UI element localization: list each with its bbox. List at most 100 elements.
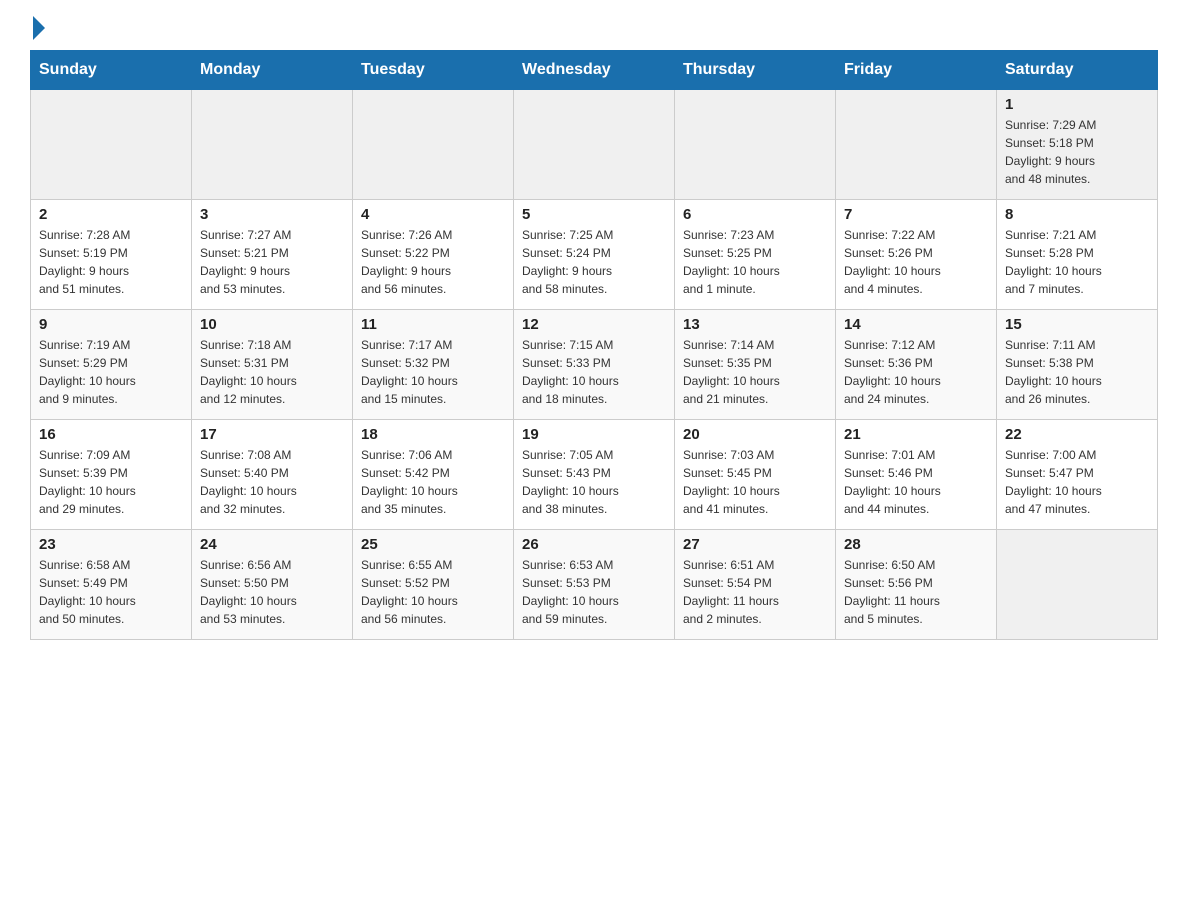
calendar-day-cell: 9 Sunrise: 7:19 AM Sunset: 5:29 PM Daylig… (31, 310, 192, 420)
day-number: 26 (522, 536, 666, 553)
day-info: Sunrise: 7:19 AM Sunset: 5:29 PM Dayligh… (39, 336, 183, 408)
weekday-header-monday: Monday (192, 51, 353, 90)
day-number: 8 (1005, 206, 1149, 223)
day-info: Sunrise: 7:05 AM Sunset: 5:43 PM Dayligh… (522, 446, 666, 518)
day-number: 4 (361, 206, 505, 223)
calendar-day-cell: 21Sunrise: 7:01 AM Sunset: 5:46 PM Dayli… (836, 420, 997, 530)
weekday-header-tuesday: Tuesday (353, 51, 514, 90)
day-info: Sunrise: 6:56 AM Sunset: 5:50 PM Dayligh… (200, 556, 344, 628)
page-header (30, 20, 1158, 40)
day-number: 24 (200, 536, 344, 553)
weekday-header-wednesday: Wednesday (514, 51, 675, 90)
day-number: 18 (361, 426, 505, 443)
day-number: 2 (39, 206, 183, 223)
calendar-day-cell: 4 Sunrise: 7:26 AM Sunset: 5:22 PM Daylig… (353, 200, 514, 310)
calendar-table: SundayMondayTuesdayWednesdayThursdayFrid… (30, 50, 1158, 640)
day-number: 7 (844, 206, 988, 223)
weekday-header-saturday: Saturday (997, 51, 1158, 90)
day-info: Sunrise: 7:17 AM Sunset: 5:32 PM Dayligh… (361, 336, 505, 408)
day-info: Sunrise: 7:18 AM Sunset: 5:31 PM Dayligh… (200, 336, 344, 408)
day-info: Sunrise: 7:21 AM Sunset: 5:28 PM Dayligh… (1005, 226, 1149, 298)
day-number: 15 (1005, 316, 1149, 333)
day-number: 3 (200, 206, 344, 223)
calendar-week-row: 23 Sunrise: 6:58 AM Sunset: 5:49 PM Dayli… (31, 530, 1158, 640)
calendar-day-cell: 20 Sunrise: 7:03 AM Sunset: 5:45 PM Dayli… (675, 420, 836, 530)
day-info: Sunrise: 7:27 AM Sunset: 5:21 PM Dayligh… (200, 226, 344, 298)
day-info: Sunrise: 7:28 AM Sunset: 5:19 PM Dayligh… (39, 226, 183, 298)
calendar-day-cell: 6 Sunrise: 7:23 AM Sunset: 5:25 PM Daylig… (675, 200, 836, 310)
day-info: Sunrise: 7:15 AM Sunset: 5:33 PM Dayligh… (522, 336, 666, 408)
calendar-day-cell: 16Sunrise: 7:09 AM Sunset: 5:39 PM Dayli… (31, 420, 192, 530)
calendar-day-cell: 23 Sunrise: 6:58 AM Sunset: 5:49 PM Dayli… (31, 530, 192, 640)
day-number: 17 (200, 426, 344, 443)
day-number: 1 (1005, 96, 1149, 113)
day-info: Sunrise: 7:06 AM Sunset: 5:42 PM Dayligh… (361, 446, 505, 518)
day-number: 23 (39, 536, 183, 553)
calendar-day-cell: 3 Sunrise: 7:27 AM Sunset: 5:21 PM Daylig… (192, 200, 353, 310)
day-info: Sunrise: 6:53 AM Sunset: 5:53 PM Dayligh… (522, 556, 666, 628)
calendar-day-cell: 11 Sunrise: 7:17 AM Sunset: 5:32 PM Dayli… (353, 310, 514, 420)
calendar-empty-cell (31, 90, 192, 200)
weekday-header-sunday: Sunday (31, 51, 192, 90)
calendar-week-row: 1Sunrise: 7:29 AM Sunset: 5:18 PM Daylig… (31, 90, 1158, 200)
day-info: Sunrise: 7:25 AM Sunset: 5:24 PM Dayligh… (522, 226, 666, 298)
calendar-empty-cell (353, 90, 514, 200)
day-number: 16 (39, 426, 183, 443)
day-info: Sunrise: 7:23 AM Sunset: 5:25 PM Dayligh… (683, 226, 827, 298)
day-info: Sunrise: 7:12 AM Sunset: 5:36 PM Dayligh… (844, 336, 988, 408)
calendar-day-cell: 22 Sunrise: 7:00 AM Sunset: 5:47 PM Dayli… (997, 420, 1158, 530)
day-number: 9 (39, 316, 183, 333)
calendar-header-row: SundayMondayTuesdayWednesdayThursdayFrid… (31, 51, 1158, 90)
calendar-day-cell: 28 Sunrise: 6:50 AM Sunset: 5:56 PM Dayli… (836, 530, 997, 640)
calendar-day-cell: 26 Sunrise: 6:53 AM Sunset: 5:53 PM Dayli… (514, 530, 675, 640)
calendar-day-cell: 15 Sunrise: 7:11 AM Sunset: 5:38 PM Dayli… (997, 310, 1158, 420)
day-number: 22 (1005, 426, 1149, 443)
day-info: Sunrise: 7:08 AM Sunset: 5:40 PM Dayligh… (200, 446, 344, 518)
calendar-empty-cell (675, 90, 836, 200)
day-info: Sunrise: 6:50 AM Sunset: 5:56 PM Dayligh… (844, 556, 988, 628)
calendar-day-cell: 14 Sunrise: 7:12 AM Sunset: 5:36 PM Dayli… (836, 310, 997, 420)
day-info: Sunrise: 7:26 AM Sunset: 5:22 PM Dayligh… (361, 226, 505, 298)
day-number: 19 (522, 426, 666, 443)
calendar-week-row: 16Sunrise: 7:09 AM Sunset: 5:39 PM Dayli… (31, 420, 1158, 530)
day-number: 5 (522, 206, 666, 223)
day-info: Sunrise: 7:03 AM Sunset: 5:45 PM Dayligh… (683, 446, 827, 518)
day-number: 10 (200, 316, 344, 333)
calendar-day-cell: 7 Sunrise: 7:22 AM Sunset: 5:26 PM Daylig… (836, 200, 997, 310)
calendar-day-cell: 5 Sunrise: 7:25 AM Sunset: 5:24 PM Daylig… (514, 200, 675, 310)
logo (30, 20, 45, 40)
calendar-week-row: 9 Sunrise: 7:19 AM Sunset: 5:29 PM Daylig… (31, 310, 1158, 420)
day-number: 20 (683, 426, 827, 443)
calendar-day-cell: 1Sunrise: 7:29 AM Sunset: 5:18 PM Daylig… (997, 90, 1158, 200)
calendar-day-cell: 19 Sunrise: 7:05 AM Sunset: 5:43 PM Dayli… (514, 420, 675, 530)
calendar-week-row: 2 Sunrise: 7:28 AM Sunset: 5:19 PM Daylig… (31, 200, 1158, 310)
calendar-day-cell: 10 Sunrise: 7:18 AM Sunset: 5:31 PM Dayli… (192, 310, 353, 420)
calendar-day-cell: 8 Sunrise: 7:21 AM Sunset: 5:28 PM Daylig… (997, 200, 1158, 310)
calendar-day-cell: 12 Sunrise: 7:15 AM Sunset: 5:33 PM Dayli… (514, 310, 675, 420)
day-number: 25 (361, 536, 505, 553)
weekday-header-thursday: Thursday (675, 51, 836, 90)
day-info: Sunrise: 6:55 AM Sunset: 5:52 PM Dayligh… (361, 556, 505, 628)
day-info: Sunrise: 7:11 AM Sunset: 5:38 PM Dayligh… (1005, 336, 1149, 408)
day-number: 14 (844, 316, 988, 333)
calendar-day-cell: 17 Sunrise: 7:08 AM Sunset: 5:40 PM Dayli… (192, 420, 353, 530)
day-info: Sunrise: 6:58 AM Sunset: 5:49 PM Dayligh… (39, 556, 183, 628)
logo-arrow-icon (33, 16, 45, 40)
calendar-day-cell: 25 Sunrise: 6:55 AM Sunset: 5:52 PM Dayli… (353, 530, 514, 640)
calendar-day-cell: 2 Sunrise: 7:28 AM Sunset: 5:19 PM Daylig… (31, 200, 192, 310)
day-number: 28 (844, 536, 988, 553)
calendar-day-cell: 27Sunrise: 6:51 AM Sunset: 5:54 PM Dayli… (675, 530, 836, 640)
calendar-day-cell: 13Sunrise: 7:14 AM Sunset: 5:35 PM Dayli… (675, 310, 836, 420)
day-number: 12 (522, 316, 666, 333)
calendar-empty-cell (997, 530, 1158, 640)
day-info: Sunrise: 6:51 AM Sunset: 5:54 PM Dayligh… (683, 556, 827, 628)
day-number: 6 (683, 206, 827, 223)
day-info: Sunrise: 7:22 AM Sunset: 5:26 PM Dayligh… (844, 226, 988, 298)
calendar-empty-cell (836, 90, 997, 200)
calendar-empty-cell (514, 90, 675, 200)
calendar-day-cell: 24 Sunrise: 6:56 AM Sunset: 5:50 PM Dayli… (192, 530, 353, 640)
day-info: Sunrise: 7:00 AM Sunset: 5:47 PM Dayligh… (1005, 446, 1149, 518)
day-info: Sunrise: 7:01 AM Sunset: 5:46 PM Dayligh… (844, 446, 988, 518)
calendar-empty-cell (192, 90, 353, 200)
day-number: 11 (361, 316, 505, 333)
